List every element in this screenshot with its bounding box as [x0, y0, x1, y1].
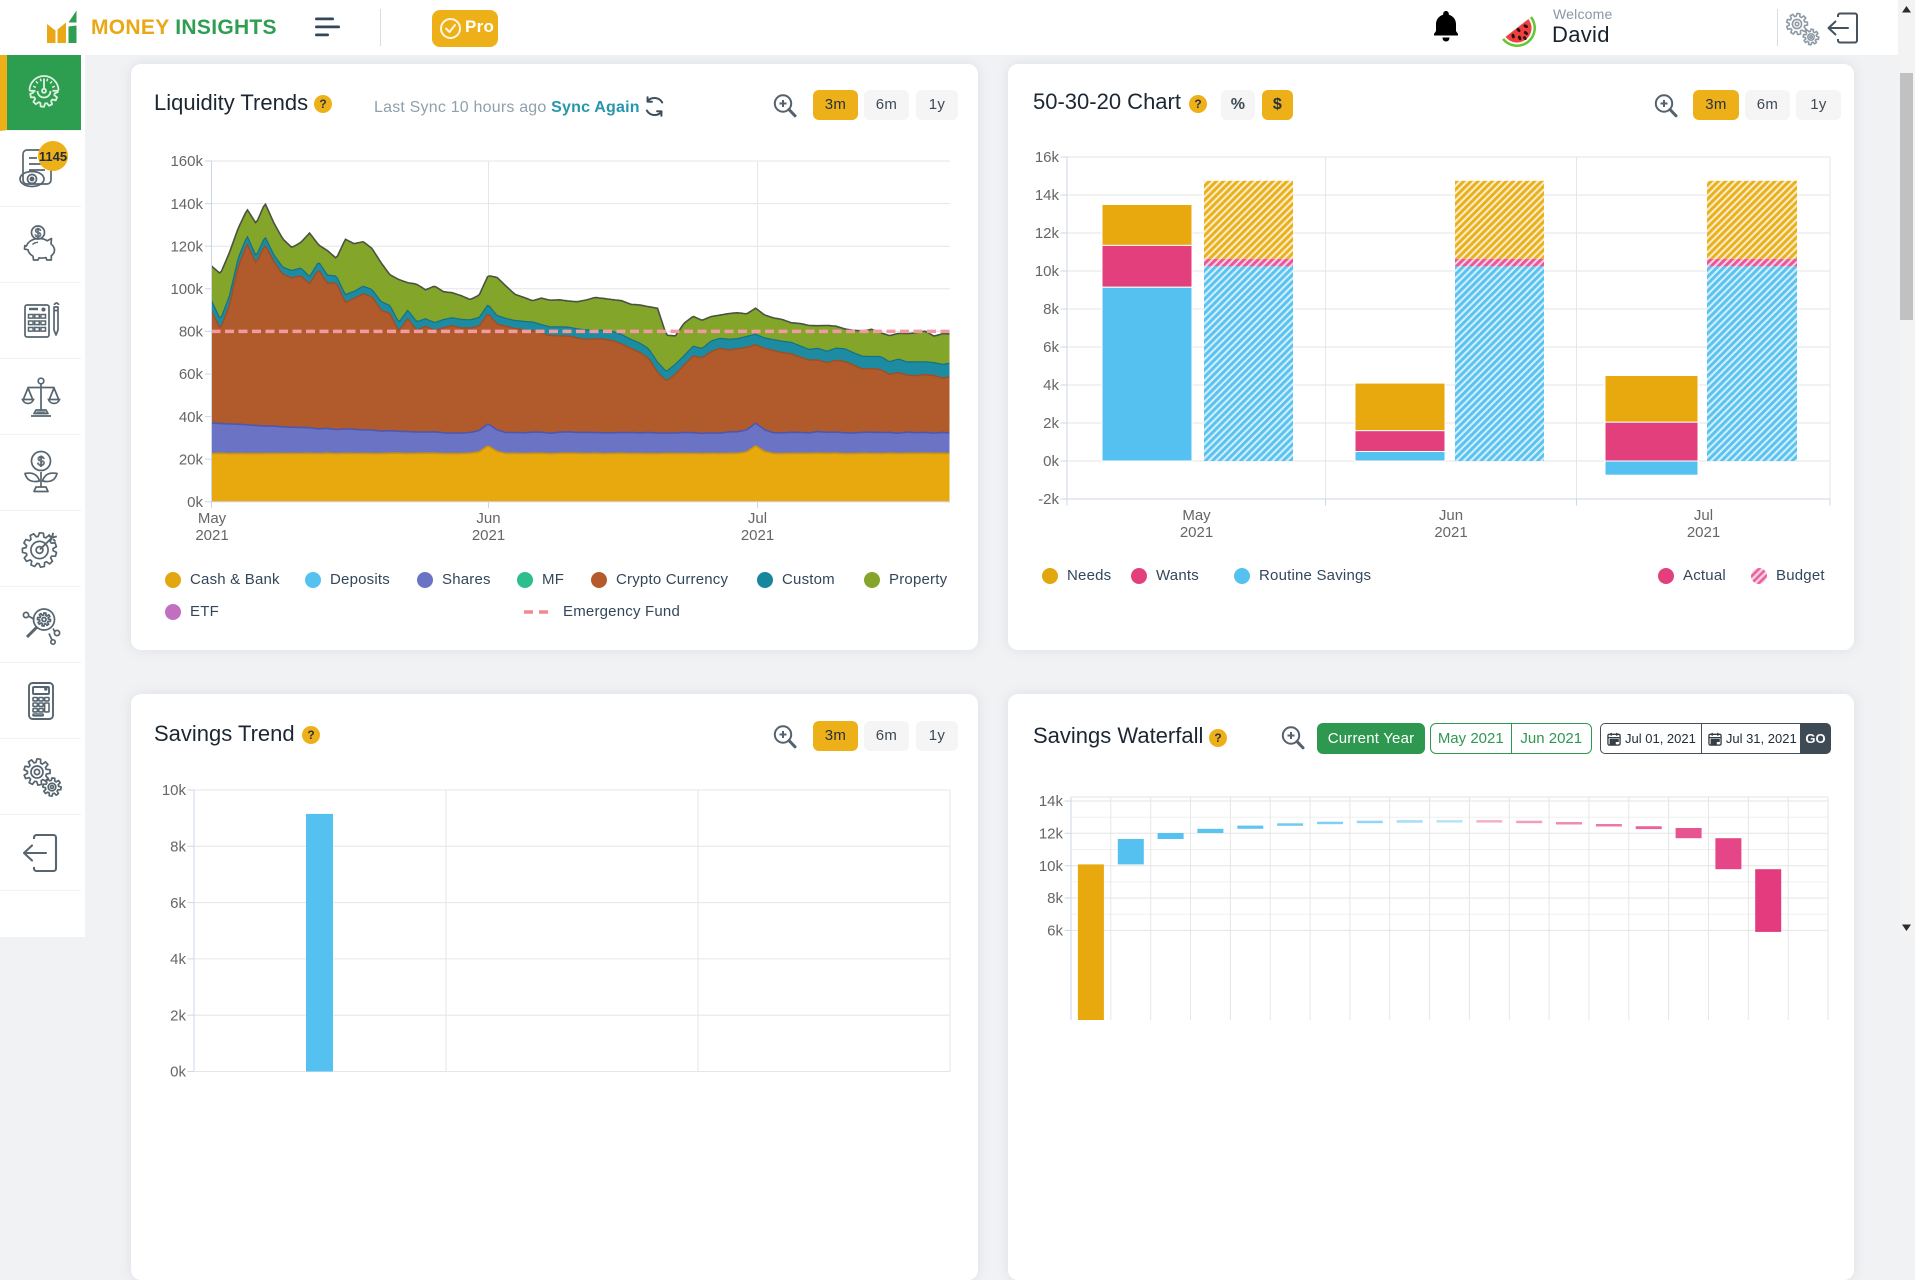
svg-text:Jun: Jun — [476, 510, 500, 527]
svg-text:Jun: Jun — [1439, 507, 1463, 524]
svg-text:May: May — [198, 510, 227, 527]
svg-text:4k: 4k — [170, 951, 186, 968]
svg-text:$: $ — [37, 453, 45, 468]
svg-text:2021: 2021 — [195, 527, 228, 544]
svg-text:120k: 120k — [170, 238, 203, 255]
svg-text:12k: 12k — [1035, 225, 1060, 242]
svg-text:160k: 160k — [170, 153, 203, 170]
svg-text:0k: 0k — [1043, 453, 1059, 470]
svg-text:60k: 60k — [179, 366, 204, 383]
svg-text:40k: 40k — [179, 409, 204, 426]
svg-text:4k: 4k — [1043, 377, 1059, 394]
svg-text:14k: 14k — [1035, 187, 1060, 204]
svg-text:Jul: Jul — [1694, 507, 1713, 524]
svg-text:2021: 2021 — [1434, 524, 1467, 541]
svg-text:12k: 12k — [1039, 826, 1064, 843]
svg-text:6k: 6k — [170, 895, 186, 912]
svg-text:May: May — [1182, 507, 1211, 524]
svg-text:2k: 2k — [1043, 415, 1059, 432]
svg-text:8k: 8k — [1043, 301, 1059, 318]
svg-text:8k: 8k — [1047, 890, 1063, 907]
svg-text:2k: 2k — [170, 1007, 186, 1024]
svg-text:100k: 100k — [170, 281, 203, 298]
svg-text:10k: 10k — [1035, 263, 1060, 280]
svg-text:20k: 20k — [179, 451, 204, 468]
svg-text:1145: 1145 — [38, 149, 66, 164]
svg-text:2021: 2021 — [1687, 524, 1720, 541]
svg-text:2021: 2021 — [1180, 524, 1213, 541]
svg-text:10k: 10k — [162, 782, 187, 799]
svg-text:-2k: -2k — [1038, 491, 1059, 508]
svg-text:Jul: Jul — [748, 510, 767, 527]
svg-text:140k: 140k — [170, 196, 203, 213]
svg-text:6k: 6k — [1043, 339, 1059, 356]
svg-text:6k: 6k — [1047, 923, 1063, 940]
svg-text:2021: 2021 — [472, 527, 505, 544]
svg-text:0k: 0k — [170, 1064, 186, 1080]
svg-text:10k: 10k — [1039, 858, 1064, 875]
svg-text:80k: 80k — [179, 324, 204, 341]
svg-text:0k: 0k — [187, 494, 203, 511]
svg-text:16k: 16k — [1035, 149, 1060, 166]
svg-text:2021: 2021 — [741, 527, 774, 544]
svg-text:8k: 8k — [170, 839, 186, 856]
svg-text:14k: 14k — [1039, 793, 1064, 810]
